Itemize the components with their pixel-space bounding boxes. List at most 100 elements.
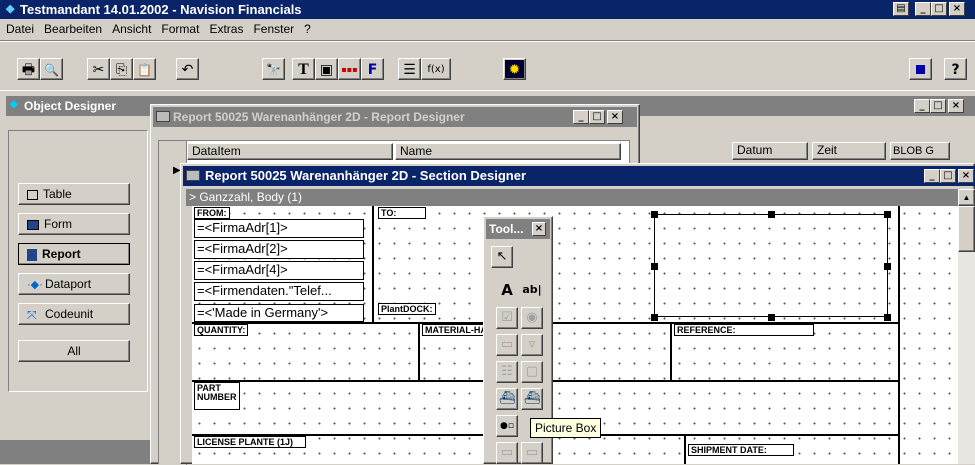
resize-handle-e[interactable] <box>884 263 891 270</box>
menu-help[interactable]: ? <box>300 20 317 38</box>
label-number[interactable]: NUMBER <box>194 392 240 410</box>
cut-icon[interactable]: ✂ <box>87 58 110 80</box>
table-button[interactable]: Table <box>18 183 130 205</box>
option-button-tool-icon[interactable]: ◉ <box>521 307 543 329</box>
navigator-icon[interactable] <box>909 58 932 80</box>
rd-maximize-button[interactable]: □ <box>589 110 605 124</box>
all-button[interactable]: All <box>18 340 130 362</box>
menu-fenster[interactable]: Fenster <box>249 20 300 38</box>
od-object-list: Datum Zeit BLOB G <box>620 130 960 160</box>
help-icon[interactable]: ? <box>944 58 967 80</box>
od-column-blob[interactable]: BLOB G <box>890 142 950 160</box>
codeunit-icon: ⤧ <box>27 307 37 322</box>
od-column-datum[interactable]: Datum <box>732 142 808 160</box>
list-tool-icon[interactable]: ☷ <box>496 361 518 383</box>
od-close-button[interactable]: × <box>948 99 964 113</box>
label-to[interactable]: TO: <box>378 207 426 219</box>
properties-icon[interactable]: ▣ <box>315 58 338 80</box>
menu-format[interactable]: Format <box>157 20 205 38</box>
rd-close-button[interactable]: × <box>607 110 623 124</box>
scroll-up-button[interactable]: ▲ <box>958 189 975 206</box>
checkbox-tool-icon[interactable]: ☑ <box>496 307 518 329</box>
label-plantdock[interactable]: PlantDOCK: <box>378 303 436 315</box>
resize-handle-nw[interactable] <box>651 211 658 218</box>
sun-icon[interactable]: ✹ <box>503 58 526 80</box>
print-preview-icon[interactable]: 🔍 <box>40 58 63 80</box>
od-minimize-button[interactable]: _ <box>914 99 930 113</box>
report-button[interactable]: Report <box>18 243 130 265</box>
field-firma-adr-1[interactable]: =<FirmaAdr[1]> <box>194 219 364 238</box>
label-reference[interactable]: REFERENCE: <box>674 324 814 336</box>
close-button[interactable]: × <box>949 2 965 16</box>
menu-bearbeiten[interactable]: Bearbeiten <box>40 20 108 38</box>
frame-tool-icon[interactable]: ▢ <box>521 361 543 383</box>
line-v4 <box>684 434 686 464</box>
resize-handle-n[interactable] <box>768 211 775 218</box>
field-firmendaten-telefon[interactable]: =<Firmendaten."Telef... <box>194 282 364 301</box>
label-from[interactable]: FROM: <box>194 207 230 219</box>
label-tool-icon[interactable]: A <box>496 280 518 302</box>
label-license-plate[interactable]: LICENSE PLANTE (1J) <box>194 436 306 448</box>
print-icon[interactable]: 🖶 <box>17 58 40 80</box>
dataport-button[interactable]: ·◆· Dataport <box>18 273 130 295</box>
command-button-tool-icon[interactable]: ▭ <box>496 334 518 356</box>
label-shipment-date[interactable]: SHIPMENT DATE: <box>688 444 794 456</box>
field-firma-adr-2[interactable]: =<FirmaAdr[2]> <box>194 240 364 259</box>
toolbox-close-button[interactable]: × <box>532 222 546 236</box>
toolbox-title-bar: Tool... × <box>486 219 550 239</box>
resize-handle-s[interactable] <box>768 314 775 321</box>
undo-icon[interactable]: ↶ <box>176 58 199 80</box>
resize-handle-ne[interactable] <box>884 211 891 218</box>
window-tile-icon[interactable]: ▤ <box>893 2 909 16</box>
menu-extras[interactable]: Extras <box>205 20 249 38</box>
picture-tool-icon[interactable]: ⛴ <box>521 388 543 410</box>
navision-app-icon[interactable]: ◆ <box>6 2 14 15</box>
scroll-thumb[interactable] <box>958 206 975 252</box>
field-menu-icon[interactable]: ☰ <box>398 58 421 80</box>
codeunit-button[interactable]: ⤧ Codeunit <box>18 303 130 325</box>
form-button[interactable]: Form <box>18 213 130 235</box>
menu-button-tool-icon[interactable]: ▿ <box>521 334 543 356</box>
label-quantity[interactable]: QUANTITY: <box>194 324 249 336</box>
app-title: Testmandant 14.01.2002 - Navision Financ… <box>20 2 302 17</box>
find-icon[interactable]: 🔭 <box>262 58 285 80</box>
copy-icon[interactable]: ⎘ <box>110 58 133 80</box>
resize-handle-se[interactable] <box>884 314 891 321</box>
image-tool-icon[interactable]: ⛴ <box>496 388 518 410</box>
menu-ansicht[interactable]: Ansicht <box>108 20 157 38</box>
textbox-tool-icon[interactable]: ab| <box>521 280 543 302</box>
od-maximize-button[interactable]: □ <box>930 99 946 113</box>
colors-icon[interactable]: ▪▪▪ <box>338 58 361 80</box>
resize-handle-sw[interactable] <box>651 314 658 321</box>
shape-tool-icon[interactable]: ▭ <box>496 442 518 464</box>
minimize-button[interactable]: _ <box>915 2 931 16</box>
menu-datei[interactable]: Datei <box>2 20 40 38</box>
label-material[interactable]: MATERIAL-HA <box>422 324 484 336</box>
field-firma-adr-4[interactable]: =<FirmaAdr[4]> <box>194 261 364 280</box>
menu-bar: Datei Bearbeiten Ansicht Format Extras Fenste… <box>0 20 975 38</box>
text-tool-icon[interactable]: T <box>292 58 315 80</box>
sd-close-button[interactable]: × <box>958 169 974 183</box>
picture-box-tool-icon[interactable]: ●▫ <box>496 415 518 437</box>
report-designer-title: Report 50025 Warenanhänger 2D - Report D… <box>173 110 465 124</box>
maximize-button[interactable]: □ <box>931 2 947 16</box>
formula-icon[interactable]: f(x) <box>421 58 451 80</box>
rd-column-dataitem[interactable]: DataItem <box>187 143 393 160</box>
sd-maximize-button[interactable]: □ <box>940 169 956 183</box>
od-column-zeit[interactable]: Zeit <box>812 142 886 160</box>
pointer-tool-icon[interactable]: ↖ <box>491 246 513 268</box>
report-designer-icon <box>156 111 170 122</box>
od-bottom-strip <box>0 440 150 464</box>
paste-icon[interactable]: 📋 <box>133 58 156 80</box>
picture-box-control[interactable] <box>654 214 888 317</box>
resize-handle-w[interactable] <box>651 263 658 270</box>
font-icon[interactable]: F <box>361 58 384 80</box>
section-header-bar[interactable]: > Ganzzahl, Body (1) <box>186 189 958 206</box>
section-vertical-scrollbar[interactable]: ▲ <box>958 189 975 464</box>
rd-minimize-button[interactable]: _ <box>573 110 589 124</box>
rd-column-name[interactable]: Name <box>395 143 621 160</box>
subform-tool-icon[interactable]: ▭ <box>521 442 543 464</box>
field-made-in-germany[interactable]: =<'Made in Germany'> <box>194 304 364 322</box>
sd-minimize-button[interactable]: _ <box>924 169 940 183</box>
line-v3 <box>670 322 672 380</box>
